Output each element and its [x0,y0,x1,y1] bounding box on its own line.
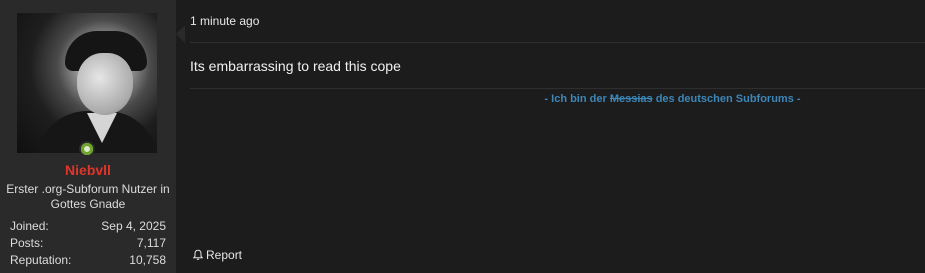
divider [190,42,925,43]
post-content: 1 minute ago Its embarrassing to read th… [190,0,925,273]
forum-post: Niebvll Erster .org-Subforum Nutzer in G… [0,0,925,273]
user-info-panel: Niebvll Erster .org-Subforum Nutzer in G… [0,0,176,273]
bell-icon [192,249,204,260]
stat-label: Joined: [10,219,49,233]
report-label: Report [206,248,243,262]
divider [190,88,925,89]
post-timestamp[interactable]: 1 minute ago [190,14,259,28]
stat-label: Posts: [10,236,44,250]
post-message: Its embarrassing to read this cope [190,58,401,74]
avatar[interactable] [17,13,157,153]
user-stats: Joined: Sep 4, 2025 Posts: 7,117 Reputat… [10,218,166,269]
stat-value: 10,758 [129,253,166,267]
report-button[interactable]: Report [192,248,242,262]
username-link[interactable]: Niebvll [0,162,176,178]
user-signature: - Ich bin der Messias des deutschen Subf… [190,93,925,105]
online-status-icon [79,141,95,157]
message-arrow [176,25,185,43]
stat-value[interactable]: 7,117 [137,235,166,252]
signature-prefix: - Ich bin der [544,93,610,105]
stat-row-posts: Posts: 7,117 [10,235,166,252]
user-title: Erster .org-Subforum Nutzer in Gottes Gn… [6,182,170,211]
stat-row-reputation: Reputation: 10,758 [10,252,166,269]
signature-suffix: des deutschen Subforums - [652,93,801,105]
stat-value: Sep 4, 2025 [101,219,166,233]
stat-label: Reputation: [10,253,72,267]
signature-struck: Messias [609,93,653,105]
stat-row-joined: Joined: Sep 4, 2025 [10,218,166,235]
